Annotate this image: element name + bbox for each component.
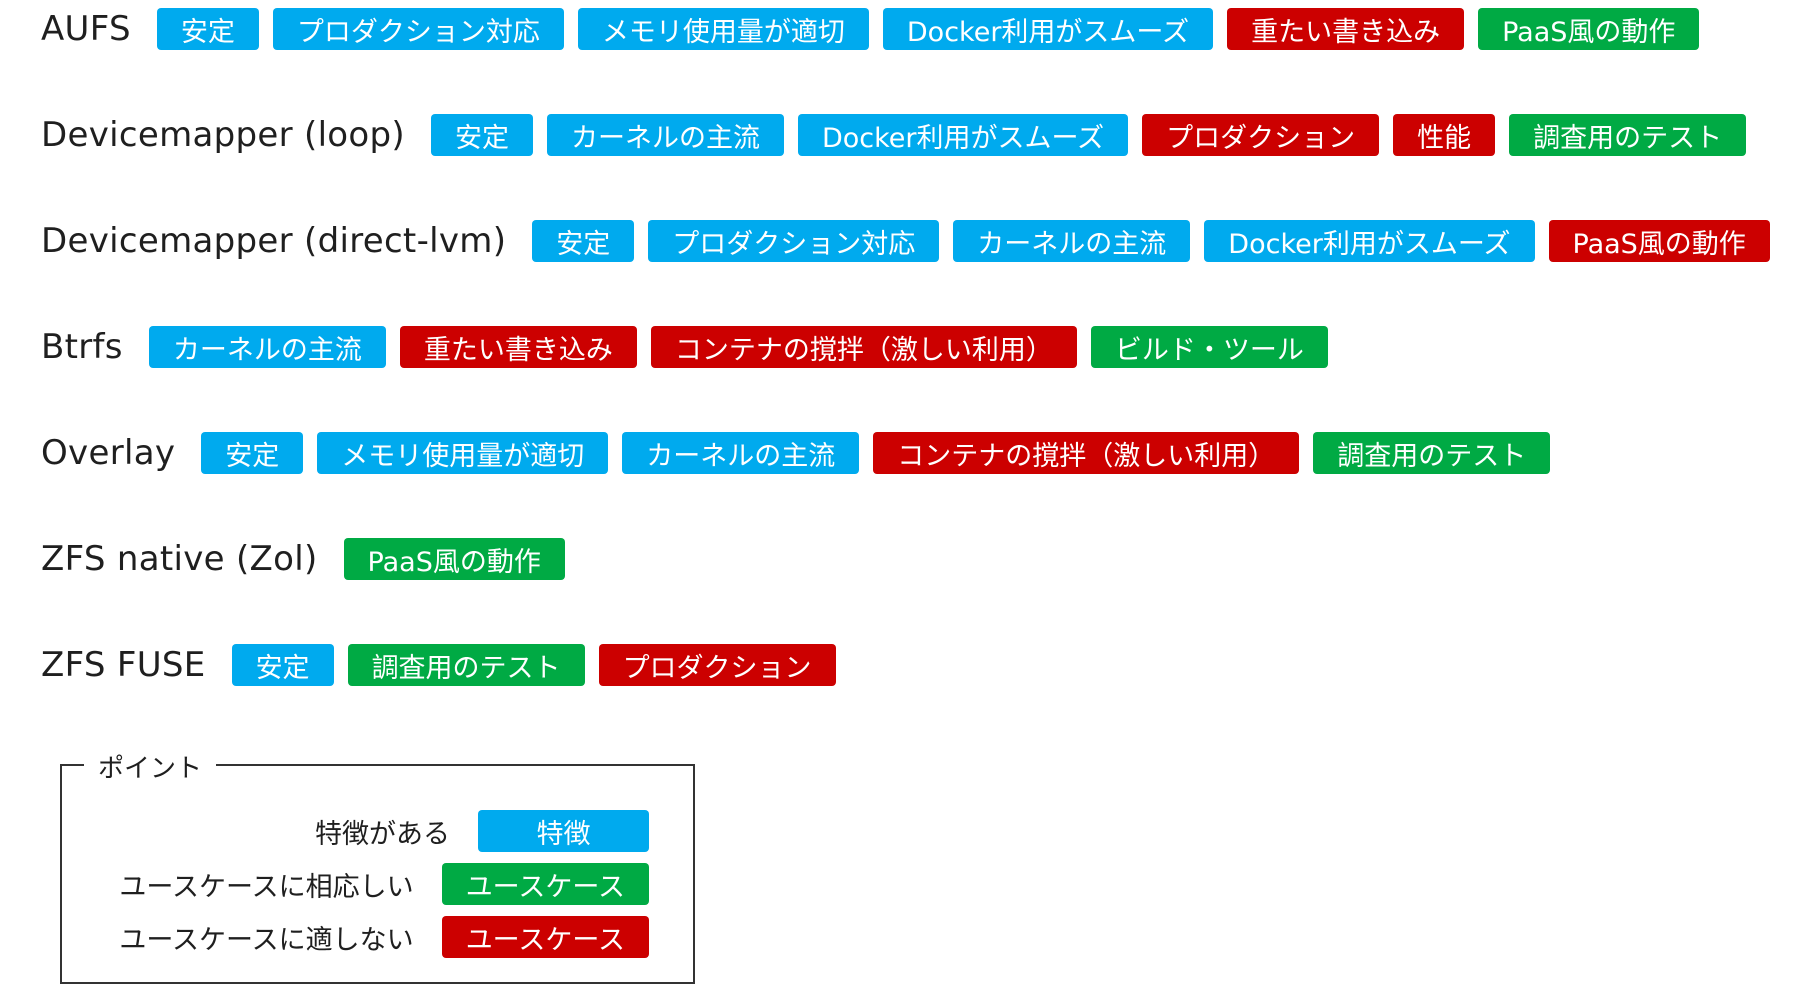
legend-item-feature: 特徴がある 特徴	[315, 810, 649, 852]
row-zfs-native: ZFS native (Zol) PaaS風の動作	[41, 535, 579, 583]
tag: 安定	[201, 432, 304, 474]
tag: 調査用のテスト	[347, 644, 585, 686]
row-overlay: Overlay 安定 メモリ使用量が適切 カーネルの主流 コンテナの撹拌（激しい…	[41, 429, 1564, 477]
row-label: ZFS native (Zol)	[41, 539, 318, 579]
row-devicemapper-direct-lvm: Devicemapper (direct-lvm) 安定 プロダクション対応 カ…	[41, 217, 1784, 265]
tag: 調査用のテスト	[1509, 114, 1747, 156]
tag: PaaS風の動作	[1478, 8, 1700, 50]
legend-title: ポイント	[84, 748, 217, 785]
tag: カーネルの主流	[622, 432, 860, 474]
row-label: Btrfs	[41, 327, 123, 367]
tag: 重たい書き込み	[1227, 8, 1465, 50]
tag: カーネルの主流	[546, 114, 784, 156]
legend-tag: 特徴	[478, 810, 649, 852]
tag: Docker利用がスムーズ	[797, 114, 1129, 156]
row-label: ZFS FUSE	[41, 645, 206, 685]
tag: メモリ使用量が適切	[317, 432, 609, 474]
legend-tag: ユースケース	[441, 916, 649, 958]
tag: プロダクション	[598, 644, 836, 686]
legend-description: 特徴がある	[315, 818, 450, 850]
row-label: Devicemapper (direct-lvm)	[41, 221, 507, 261]
tag: 重たい書き込み	[399, 326, 637, 368]
tag: カーネルの主流	[953, 220, 1191, 262]
tag: コンテナの撹拌（激しい利用）	[873, 432, 1300, 474]
tag: ビルド・ツール	[1090, 326, 1328, 368]
tag: カーネルの主流	[148, 326, 386, 368]
row-btrfs: Btrfs カーネルの主流 重たい書き込み コンテナの撹拌（激しい利用） ビルド…	[41, 323, 1342, 371]
row-zfs-fuse: ZFS FUSE 安定 調査用のテスト プロダクション	[41, 641, 850, 689]
tag: 安定	[532, 220, 635, 262]
row-label: AUFS	[41, 9, 131, 49]
tag: プロダクション	[1142, 114, 1380, 156]
legend-tag: ユースケース	[441, 863, 649, 905]
tag: プロダクション対応	[648, 220, 940, 262]
row-aufs: AUFS 安定 プロダクション対応 メモリ使用量が適切 Docker利用がスムー…	[41, 5, 1713, 53]
tag: Docker利用がスムーズ	[1204, 220, 1535, 262]
legend-description: ユースケースに相応しい	[119, 871, 414, 903]
tag: Docker利用がスムーズ	[882, 8, 1214, 50]
tag: PaaS風の動作	[343, 538, 565, 580]
legend-item-suitable: ユースケースに相応しい ユースケース	[119, 863, 649, 905]
tag: 安定	[231, 644, 334, 686]
tag: 安定	[156, 8, 259, 50]
tag: コンテナの撹拌（激しい利用）	[650, 326, 1077, 368]
tag: 調査用のテスト	[1313, 432, 1551, 474]
legend-description: ユースケースに適しない	[119, 924, 414, 956]
tag: プロダクション対応	[272, 8, 564, 50]
legend-box: ポイント 特徴がある 特徴 ユースケースに相応しい ユースケース ユースケースに…	[60, 748, 695, 984]
tag: PaaS風の動作	[1548, 220, 1770, 262]
row-label: Overlay	[41, 433, 176, 473]
row-label: Devicemapper (loop)	[41, 115, 405, 155]
tag: 性能	[1393, 114, 1496, 156]
row-devicemapper-loop: Devicemapper (loop) 安定 カーネルの主流 Docker利用が…	[41, 111, 1760, 159]
tag: メモリ使用量が適切	[577, 8, 869, 50]
legend-item-unsuitable: ユースケースに適しない ユースケース	[119, 916, 649, 958]
tag: 安定	[430, 114, 533, 156]
